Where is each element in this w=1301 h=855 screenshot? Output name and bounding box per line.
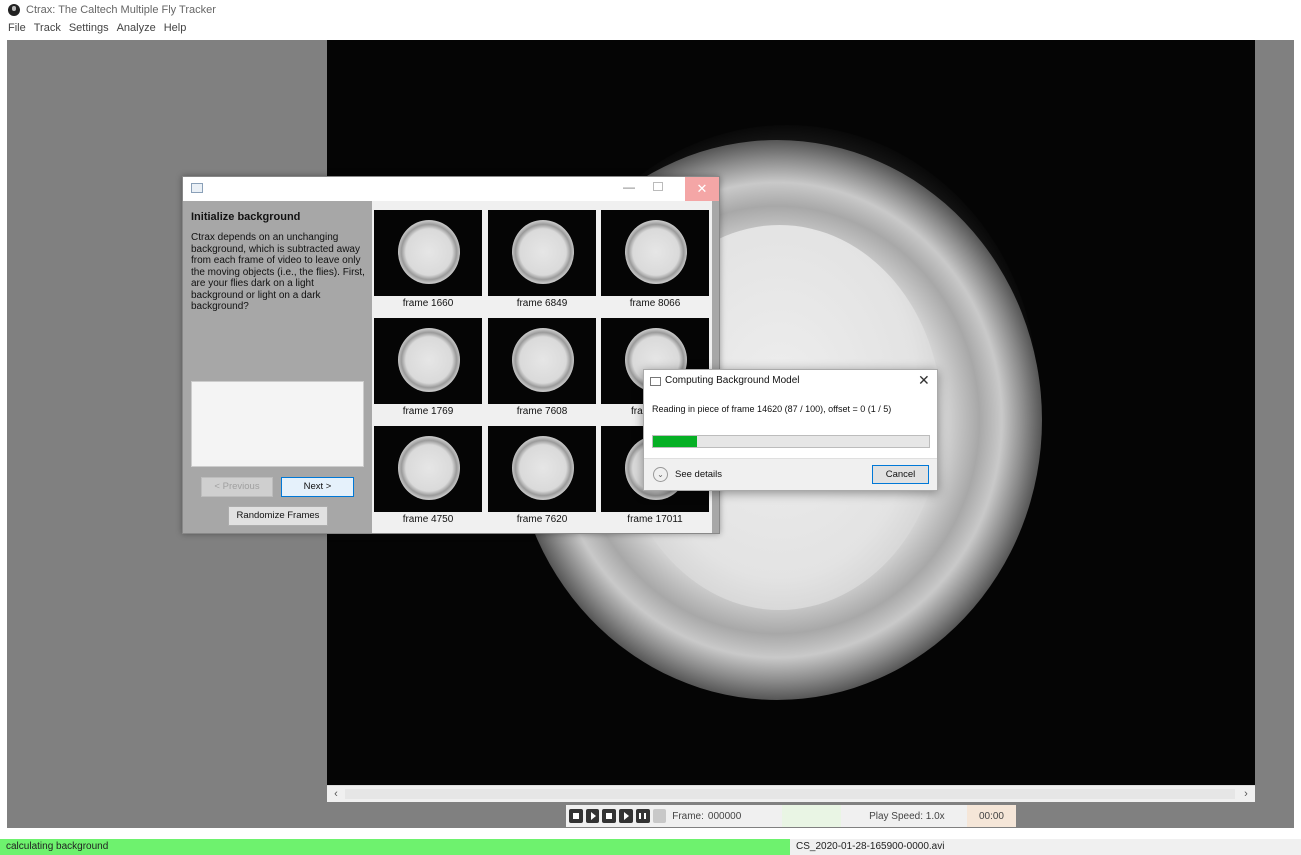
thumbnail-image: [488, 210, 596, 296]
thumbnail-label: frame 17011: [627, 514, 683, 525]
zoom-icon[interactable]: [569, 809, 583, 823]
progress-footer: ⌄ See details Cancel: [644, 458, 937, 490]
window-icon: [650, 377, 661, 386]
choice-area[interactable]: [191, 381, 364, 467]
progress-title: Computing Background Model: [665, 375, 800, 386]
menu-file[interactable]: File: [8, 22, 26, 38]
stop-icon[interactable]: [602, 809, 617, 823]
instructions-panel: Initialize background Ctrax depends on a…: [183, 201, 372, 533]
thumbnail-label: frame 7608: [516, 406, 568, 417]
thumbnail-label: frame 1660: [402, 298, 454, 309]
progress-message: Reading in piece of frame 14620 (87 / 10…: [652, 404, 892, 414]
next-button[interactable]: Next >: [281, 477, 354, 497]
menu-bar: File Track Settings Analyze Help: [0, 22, 186, 38]
thumbnail-label: frame 1769: [402, 406, 454, 417]
refresh-icon[interactable]: [652, 809, 667, 823]
dialog-title-bar: — ✕: [183, 177, 719, 201]
thumbnail-image: [374, 426, 482, 512]
scroll-thumb[interactable]: [345, 789, 1235, 799]
step-back-icon[interactable]: [635, 809, 650, 823]
play-speed-label[interactable]: Play Speed: 1.0x: [869, 811, 967, 822]
app-title: Ctrax: The Caltech Multiple Fly Tracker: [26, 4, 216, 16]
close-icon[interactable]: ✕: [918, 372, 930, 389]
thumbnail-image: [601, 210, 709, 296]
chevron-down-icon[interactable]: ⌄: [653, 467, 668, 482]
scroll-right-arrow-icon[interactable]: ›: [1239, 787, 1253, 802]
status-filename: CS_2020-01-28-165900-0000.avi: [790, 839, 1301, 855]
thumbnail-label: frame 7620: [516, 514, 568, 525]
ctrax-fly-icon: [8, 4, 20, 16]
maximize-icon[interactable]: [653, 182, 663, 191]
close-icon[interactable]: ✕: [685, 177, 719, 201]
cancel-button[interactable]: Cancel: [872, 465, 929, 484]
thumbnail-image: [488, 318, 596, 404]
thumbnail-image: [374, 318, 482, 404]
minimize-icon[interactable]: —: [621, 180, 637, 194]
progress-title-bar: Computing Background Model ✕: [644, 370, 937, 394]
play-icon[interactable]: [585, 809, 600, 823]
frame-number-field[interactable]: 000000: [708, 811, 782, 822]
menu-settings[interactable]: Settings: [69, 22, 109, 38]
window-icon: [191, 183, 203, 193]
thumbnail-label: frame 6849: [516, 298, 568, 309]
scroll-left-arrow-icon[interactable]: ‹: [329, 787, 343, 802]
time-display: 00:00: [966, 805, 1016, 827]
thumbnail-image: [488, 426, 596, 512]
dialog-heading: Initialize background: [191, 211, 301, 223]
menu-help[interactable]: Help: [164, 22, 187, 38]
see-details-link[interactable]: See details: [675, 469, 722, 480]
thumbnail-label: frame 8066: [629, 298, 681, 309]
frame-slider-area[interactable]: [782, 805, 842, 827]
previous-button[interactable]: < Previous: [201, 477, 273, 497]
progress-fill: [653, 436, 698, 447]
app-window: Ctrax: The Caltech Multiple Fly Tracker …: [0, 0, 1301, 855]
step-forward-icon[interactable]: [619, 809, 633, 823]
app-title-bar: Ctrax: The Caltech Multiple Fly Tracker: [0, 0, 1301, 20]
playback-controls: Frame: 000000 Play Speed: 1.0x 00:00: [566, 805, 1016, 827]
horizontal-scrollbar[interactable]: ‹ ›: [327, 785, 1255, 802]
initialize-background-dialog: — ✕ Initialize background Ctrax depends …: [182, 176, 720, 534]
progress-bar: [652, 435, 930, 448]
dialog-description: Ctrax depends on an unchanging backgroun…: [191, 232, 365, 312]
menu-track[interactable]: Track: [34, 22, 61, 38]
thumbnail-label: frame 4750: [402, 514, 454, 525]
randomize-frames-button[interactable]: Randomize Frames: [228, 506, 328, 526]
status-message: calculating background: [0, 839, 790, 855]
computing-background-dialog: Computing Background Model ✕ Reading in …: [643, 369, 938, 491]
menu-analyze[interactable]: Analyze: [117, 22, 156, 38]
thumbnail-image: [374, 210, 482, 296]
frame-label: Frame:: [672, 810, 704, 822]
